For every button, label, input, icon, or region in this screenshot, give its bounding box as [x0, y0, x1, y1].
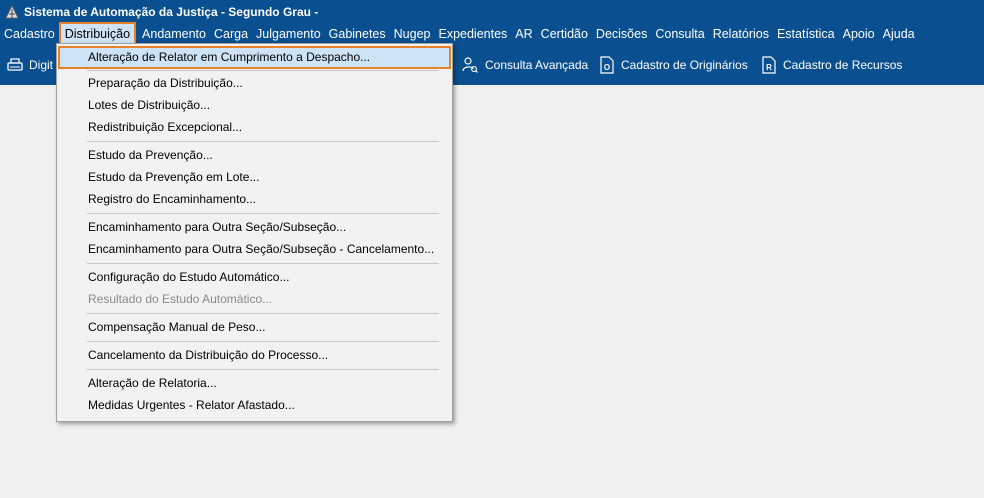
svg-text:O: O	[604, 63, 610, 72]
menu-consulta[interactable]: Consulta	[651, 24, 708, 44]
cadastro-recursos-label: Cadastro de Recursos	[783, 58, 903, 72]
menu-preparacao-distribuicao[interactable]: Preparação da Distribuição...	[59, 73, 450, 94]
cadastro-originarios-label: Cadastro de Originários	[621, 58, 748, 72]
title-bar: Sistema de Automação da Justiça - Segund…	[0, 0, 984, 23]
scanner-icon	[7, 58, 23, 71]
digitalizacao-label: Digit	[29, 58, 54, 72]
menu-lotes-distribuicao[interactable]: Lotes de Distribuição...	[59, 95, 450, 116]
menu-configuracao-estudo-automatico[interactable]: Configuração do Estudo Automático...	[59, 267, 450, 288]
menu-medidas-urgentes[interactable]: Medidas Urgentes - Relator Afastado...	[59, 395, 450, 416]
menu-separator	[87, 263, 439, 264]
menu-gabinetes[interactable]: Gabinetes	[325, 24, 390, 44]
menu-bar: Cadastro Distribuição Andamento Carga Ju…	[0, 22, 984, 46]
menu-cancelamento-distribuicao[interactable]: Cancelamento da Distribuição do Processo…	[59, 345, 450, 366]
user-search-icon	[462, 57, 478, 73]
window-title: Sistema de Automação da Justiça - Segund…	[24, 4, 319, 19]
menu-andamento[interactable]: Andamento	[138, 24, 210, 44]
menu-julgamento[interactable]: Julgamento	[252, 24, 325, 44]
menu-resultado-estudo-automatico: Resultado do Estudo Automático...	[88, 292, 273, 306]
cadastro-recursos-button[interactable]: R Cadastro de Recursos	[761, 54, 902, 76]
menu-carga[interactable]: Carga	[210, 24, 252, 44]
menu-nugep[interactable]: Nugep	[390, 24, 435, 44]
menu-distribuicao[interactable]: Distribuição	[58, 22, 137, 46]
menu-estudo-prevencao-lote[interactable]: Estudo da Prevenção em Lote...	[59, 167, 450, 188]
consulta-avancada-label: Consulta Avançada	[485, 58, 589, 72]
menu-redistribuicao-excepcional[interactable]: Redistribuição Excepcional...	[59, 117, 450, 138]
menu-registro-encaminhamento[interactable]: Registro do Encaminhamento...	[59, 189, 450, 210]
menu-expedientes[interactable]: Expedientes	[434, 24, 511, 44]
app-logo-icon	[4, 4, 20, 20]
menu-separator	[87, 141, 439, 142]
menu-ar[interactable]: AR	[511, 24, 536, 44]
menu-decisoes[interactable]: Decisões	[592, 24, 651, 44]
menu-ajuda[interactable]: Ajuda	[879, 24, 919, 44]
menu-alteracao-relatoria[interactable]: Alteração de Relatoria...	[59, 373, 450, 394]
menu-relatorios[interactable]: Relatórios	[709, 24, 773, 44]
menu-separator	[87, 313, 439, 314]
menu-cadastro[interactable]: Cadastro	[0, 24, 59, 44]
digitalizacao-button[interactable]: Digit	[7, 54, 53, 76]
menu-estatistica[interactable]: Estatística	[773, 24, 839, 44]
menu-encaminhamento-outra-secao[interactable]: Encaminhamento para Outra Seção/Subseção…	[59, 217, 450, 238]
menu-certidao[interactable]: Certidão	[537, 24, 592, 44]
document-o-icon: O	[600, 56, 614, 74]
menu-separator	[87, 341, 439, 342]
menu-separator	[87, 70, 439, 71]
menu-apoio[interactable]: Apoio	[839, 24, 879, 44]
menu-separator	[87, 213, 439, 214]
menu-alteracao-relator-cumprimento[interactable]: Alteração de Relator em Cumprimento a De…	[58, 46, 451, 69]
svg-text:R: R	[766, 63, 772, 72]
menu-compensacao-manual-peso[interactable]: Compensação Manual de Peso...	[59, 317, 450, 338]
distribuicao-dropdown: Alteração de Relator em Cumprimento a De…	[56, 43, 453, 422]
menu-encaminhamento-cancelamento[interactable]: Encaminhamento para Outra Seção/Subseção…	[59, 239, 450, 260]
document-r-icon: R	[762, 56, 776, 74]
menu-separator	[87, 369, 439, 370]
consulta-avancada-button[interactable]: Consulta Avançada	[461, 54, 588, 76]
menu-estudo-prevencao[interactable]: Estudo da Prevenção...	[59, 145, 450, 166]
cadastro-originarios-button[interactable]: O Cadastro de Originários	[599, 54, 748, 76]
